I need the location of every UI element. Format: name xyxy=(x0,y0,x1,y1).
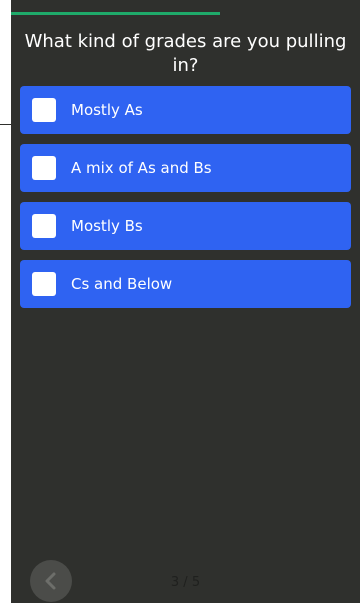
option-cs-and-below[interactable]: Cs and Below xyxy=(20,260,351,308)
option-label: A mix of As and Bs xyxy=(71,159,212,177)
page-counter: 3 / 5 xyxy=(170,575,201,590)
progress-bar xyxy=(11,12,360,15)
question-title: What kind of grades are you pulling in? xyxy=(24,31,347,76)
option-label: Cs and Below xyxy=(71,275,173,293)
answer-options: Mostly As A mix of As and Bs Mostly Bs C… xyxy=(20,86,351,318)
option-mostly-bs[interactable]: Mostly Bs xyxy=(20,202,351,250)
option-label: Mostly As xyxy=(71,101,143,119)
progress-fill xyxy=(11,12,221,15)
quiz-screen: What kind of grades are you pulling in? … xyxy=(11,0,360,603)
option-mostly-as[interactable]: Mostly As xyxy=(20,86,351,134)
checkbox[interactable] xyxy=(32,156,56,180)
checkbox[interactable] xyxy=(32,272,56,296)
checkbox[interactable] xyxy=(32,214,56,238)
option-label: Mostly Bs xyxy=(71,217,143,235)
option-mix-as-bs[interactable]: A mix of As and Bs xyxy=(20,144,351,192)
checkbox[interactable] xyxy=(32,98,56,122)
